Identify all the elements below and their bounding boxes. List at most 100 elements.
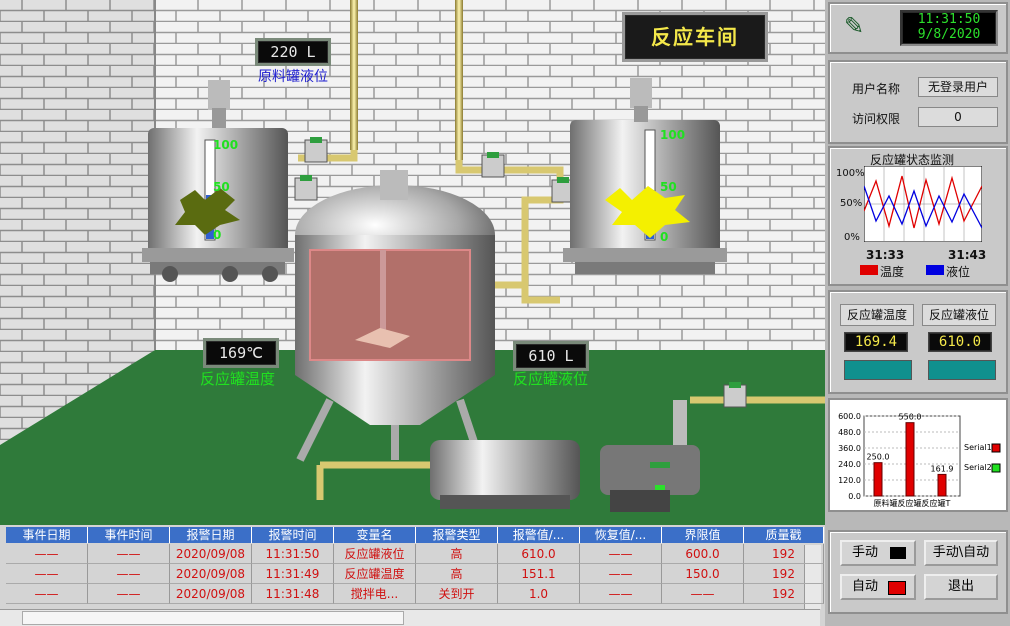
table-cell: ——	[6, 564, 88, 584]
raw-tank-level-display: 220 L	[255, 38, 331, 66]
y-tick-label: 120.0	[838, 476, 861, 485]
reactor-level-label: 反应罐液位	[922, 304, 996, 326]
access-level-label: 访问权限	[852, 112, 901, 126]
table-cell: ——	[88, 544, 170, 564]
y-tick-label: 240.0	[838, 460, 861, 469]
table-cell: ——	[6, 544, 88, 564]
table-cell: 2020/09/08	[170, 564, 252, 584]
table-header-cell[interactable]: 质量戳	[744, 527, 824, 543]
table-cell: 11:31:50	[252, 544, 334, 564]
user-name-label: 用户名称	[852, 82, 901, 96]
scene-title: 反应车间	[651, 25, 739, 49]
auto-mode-label: 自动	[852, 579, 879, 594]
legend-serial2-label: Serial2	[964, 463, 992, 472]
table-header-cell[interactable]: 报警值/...	[498, 527, 580, 543]
table-cell: 高	[416, 544, 498, 564]
trend-t-end: 31:43	[948, 248, 987, 262]
raw-tank-scale-100: 100	[213, 138, 239, 152]
title-plate: 反应车间	[622, 12, 768, 62]
trend-y-0: 0%	[844, 232, 860, 243]
legend-serial2-swatch	[991, 463, 1001, 473]
bar-value-label: 161.9	[931, 464, 954, 473]
table-header-cell[interactable]: 事件时间	[88, 527, 170, 543]
bar-chart: 600.0 480.0 360.0 240.0 120.0 0.0 250.0 550.0 16…	[838, 412, 1001, 508]
table-header-cell[interactable]: 变量名	[334, 527, 416, 543]
reactor-values-panel: 反应罐温度 反应罐液位 169.4 610.0	[828, 290, 1008, 394]
reactor-temp-caption: 反应罐温度	[200, 370, 276, 388]
table-cell: 192	[744, 544, 824, 564]
table-cell: 反应罐温度	[334, 564, 416, 584]
y-tick-label: 480.0	[838, 428, 861, 437]
table-cell: 11:31:48	[252, 584, 334, 604]
trend-panel: 反应罐状态监测 100% 50% 0% 31:33 31:43 温度 液位	[828, 146, 1008, 286]
bar	[905, 422, 915, 497]
auto-mode-button[interactable]: 自动	[840, 574, 916, 600]
table-cell: ——	[662, 584, 744, 604]
raw-tank-scale-0: 0	[213, 228, 222, 242]
legend-serial1-swatch	[991, 443, 1001, 453]
bar	[937, 473, 947, 497]
reactor-temp-status-bar	[844, 360, 912, 380]
trend-t-start: 31:33	[866, 248, 905, 262]
clock-date: 9/8/2020	[917, 27, 981, 42]
user-name-value: 无登录用户	[918, 77, 998, 97]
table-h-scroll-thumb[interactable]	[22, 611, 404, 625]
reactor-level-value-text: 610.0	[938, 334, 982, 350]
table-cell: ——	[88, 584, 170, 604]
table-header-cell[interactable]: 界限值	[662, 527, 744, 543]
factory-illustration	[0, 0, 825, 525]
table-header-cell[interactable]: 事件日期	[6, 527, 88, 543]
auto-indicator	[888, 581, 906, 595]
table-cell: ——	[88, 564, 170, 584]
reactor-temp-readout: 169℃	[219, 344, 263, 362]
table-cell: 关到开	[416, 584, 498, 604]
reactor-level-caption: 反应罐液位	[513, 370, 589, 388]
product-tank-scale-50: 50	[660, 180, 677, 194]
product-tank-scale-0: 0	[660, 230, 669, 244]
manual-auto-switch-button[interactable]: 手动\自动	[924, 540, 998, 566]
table-header-cell[interactable]: 报警时间	[252, 527, 334, 543]
table-cell: 1.0	[498, 584, 580, 604]
table-cell: 610.0	[498, 544, 580, 564]
exit-label: 退出	[947, 579, 974, 594]
clock-time: 11:31:50	[917, 12, 981, 27]
legend-temp-swatch	[860, 265, 878, 275]
bar	[873, 462, 883, 497]
raw-tank-level-readout: 220 L	[270, 43, 316, 61]
reactor-temp-display: 169℃	[203, 338, 279, 368]
reactor-temp-label: 反应罐温度	[840, 304, 914, 326]
legend-serial1-label: Serial1	[964, 443, 992, 452]
table-cell: 2020/09/08	[170, 544, 252, 564]
trend-y-100: 100%	[836, 168, 865, 179]
manual-indicator	[890, 547, 906, 559]
reactor-level-status-bar	[928, 360, 996, 380]
legend-temp-label: 温度	[880, 265, 905, 279]
user-panel: 用户名称 无登录用户 访问权限 0	[828, 60, 1008, 144]
raw-tank-level-caption: 原料罐液位	[258, 69, 328, 85]
control-panel: 手动 手动\自动 自动 退出	[828, 530, 1008, 614]
access-level-value: 0	[918, 107, 998, 127]
sidebar: ✎ 11:31:50 9/8/2020 用户名称 无登录用户 访问权限 0 反应…	[825, 0, 1010, 626]
table-cell: ——	[580, 564, 662, 584]
table-cell: ——	[580, 544, 662, 564]
product-tank-scale-100: 100	[660, 128, 686, 142]
table-cell: 192	[744, 564, 824, 584]
manual-mode-button[interactable]: 手动	[840, 540, 916, 566]
bar-chart-panel: 600.0 480.0 360.0 240.0 120.0 0.0 250.0 550.0 16…	[828, 398, 1008, 512]
reactor-temp-value: 169.4	[844, 332, 908, 352]
table-header-cell[interactable]: 报警类型	[416, 527, 498, 543]
trend-y-50: 50%	[840, 198, 863, 209]
table-header-cell[interactable]: 恢复值/...	[580, 527, 662, 543]
table-cell: 151.1	[498, 564, 580, 584]
raw-tank-scale-50: 50	[213, 180, 230, 194]
process-scene: 反应车间 220 L 原料罐液位 100 50 0 100 50 0 169℃ …	[0, 0, 825, 525]
reactor-level-value: 610.0	[928, 332, 992, 352]
x-axis-label: 原料罐反应罐反应罐T	[874, 498, 951, 508]
table-header-cell[interactable]: 报警日期	[170, 527, 252, 543]
exit-button[interactable]: 退出	[924, 574, 998, 600]
y-tick-label: 600.0	[838, 412, 861, 421]
table-cell: 反应罐液位	[334, 544, 416, 564]
table-cell: 192	[744, 584, 824, 604]
pen-icon[interactable]: ✎	[844, 12, 864, 40]
manual-mode-label: 手动	[852, 545, 879, 560]
